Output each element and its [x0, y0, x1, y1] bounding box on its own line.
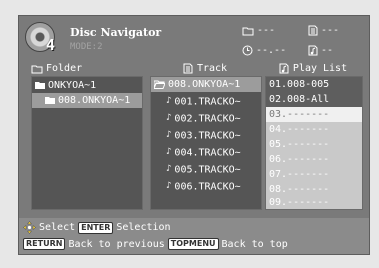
folder-status-value: ---	[257, 25, 276, 36]
mode-label: MODE:2	[70, 42, 103, 52]
track-item-label: 003.TRACKO~	[174, 130, 241, 142]
playlist-item[interactable]: 06.-------	[266, 152, 362, 167]
return-key: RETURN	[23, 238, 66, 250]
playlist-item[interactable]: 05.-------	[266, 137, 362, 152]
track-folder-label: 008.ONKYOA~1	[168, 79, 241, 90]
folder-panel: ONKYOA~1 008.ONKYOA~1	[31, 76, 143, 210]
track-item[interactable]: ♪ 001.TRACKO~	[151, 94, 261, 109]
folder-closed-icon	[35, 82, 45, 89]
track-item[interactable]: ♪ 002.TRACKO~	[151, 111, 261, 126]
folder-open-icon	[154, 80, 165, 89]
track-panel: 008.ONKYOA~1 ♪ 001.TRACKO~ ♪ 002.TRACKO~ ♪…	[150, 76, 262, 210]
disc-navigator-screen: 4 Disc Navigator MODE:2 --- --- --.-- --…	[18, 15, 370, 255]
folder-closed-icon	[45, 97, 55, 104]
playlist-panel-label: Play List	[292, 63, 348, 74]
playlist-item-label: 07.-------	[269, 169, 330, 180]
back-to-top-label: Back to top	[221, 238, 288, 250]
selection-label: Selection	[116, 222, 171, 233]
folder-icon	[31, 65, 43, 73]
track-panel-header: Track	[150, 62, 260, 75]
music-file-icon	[279, 63, 289, 74]
footer-line-2: RETURN Back to previous TOPMENU Back to …	[23, 238, 288, 250]
music-note-icon: ♪	[166, 130, 172, 140]
back-to-previous-label: Back to previous	[68, 238, 165, 250]
playlist-item[interactable]: 08.-------	[266, 182, 362, 197]
track-folder-row[interactable]: 008.ONKYOA~1	[151, 77, 261, 92]
track-item[interactable]: ♪ 005.TRACKO~	[151, 162, 261, 177]
playlist-panel: 01.008-005 02.008-All 03.------- 04.----…	[265, 76, 363, 210]
footer-line-1: Select ENTER Selection	[23, 221, 171, 234]
music-note-icon: ♪	[166, 164, 172, 174]
file-icon	[308, 25, 318, 36]
file-status: ---	[308, 25, 339, 36]
track-item[interactable]: ♪ 003.TRACKO~	[151, 128, 261, 143]
playlist-item[interactable]: 02.008-All	[266, 92, 362, 107]
music-note-icon: ♪	[166, 96, 172, 106]
track-item-label: 001.TRACKO~	[174, 96, 241, 108]
playlist-item[interactable]: 04.-------	[266, 122, 362, 137]
file-status-value: ---	[321, 25, 340, 36]
status-area: --- --- --.-- --	[242, 24, 366, 62]
track-item-label: 006.TRACKO~	[174, 181, 241, 193]
track-item-label: 004.TRACKO~	[174, 147, 241, 159]
playlist-item[interactable]: 09.-------	[266, 197, 362, 209]
dpad-icon	[23, 221, 36, 234]
track-item[interactable]: ♪ 004.TRACKO~	[151, 145, 261, 160]
music-note-icon: ♪	[166, 147, 172, 157]
folder-status: ---	[242, 25, 275, 36]
footer-help: Select ENTER Selection RETURN Back to pr…	[19, 218, 369, 254]
track-item[interactable]: ♪ 006.TRACKO~	[151, 179, 261, 194]
folder-item-selected[interactable]: 008.ONKYOA~1	[32, 93, 142, 108]
file-icon	[183, 63, 193, 74]
disc-number: 4	[46, 36, 56, 54]
music-note-icon: ♪	[166, 181, 172, 191]
folder-item[interactable]: ONKYOA~1	[32, 78, 142, 93]
track-item-label: 005.TRACKO~	[174, 164, 241, 176]
playlist-item-label: 08.-------	[269, 184, 330, 195]
track-panel-label: Track	[196, 63, 228, 74]
select-label: Select	[39, 222, 76, 233]
folder-icon	[242, 27, 254, 35]
folder-item-label: 008.ONKYOA~1	[58, 95, 131, 106]
topmenu-key: TOPMENU	[167, 238, 219, 250]
time-status-value: --.--	[256, 45, 287, 56]
playlist-item[interactable]: 07.-------	[266, 167, 362, 182]
playlist-panel-header: Play List	[265, 62, 361, 75]
playlist-item-label: 04.-------	[269, 124, 330, 135]
playlist-item-label: 03.-------	[269, 109, 330, 120]
playlist-item-label: 01.008-005	[269, 79, 330, 90]
track-status-value: --	[321, 45, 334, 56]
enter-key: ENTER	[78, 221, 114, 234]
folder-item-label: ONKYOA~1	[48, 80, 97, 91]
track-item-label: 002.TRACKO~	[174, 113, 241, 125]
playlist-item-label: 06.-------	[269, 154, 330, 165]
playlist-item-label: 02.008-All	[269, 94, 330, 105]
time-status: --.--	[242, 45, 286, 56]
playlist-item-label: 05.-------	[269, 139, 330, 150]
clock-icon	[242, 45, 253, 56]
page-title: Disc Navigator	[70, 26, 162, 39]
folder-panel-header: Folder	[31, 62, 141, 75]
music-note-icon: ♪	[166, 113, 172, 123]
playlist-item-selected[interactable]: 03.-------	[266, 107, 362, 122]
playlist-item-label: 09.-------	[269, 197, 330, 208]
music-file-icon	[308, 45, 318, 56]
track-status: --	[308, 45, 333, 56]
folder-panel-label: Folder	[46, 63, 83, 74]
playlist-item[interactable]: 01.008-005	[266, 77, 362, 92]
